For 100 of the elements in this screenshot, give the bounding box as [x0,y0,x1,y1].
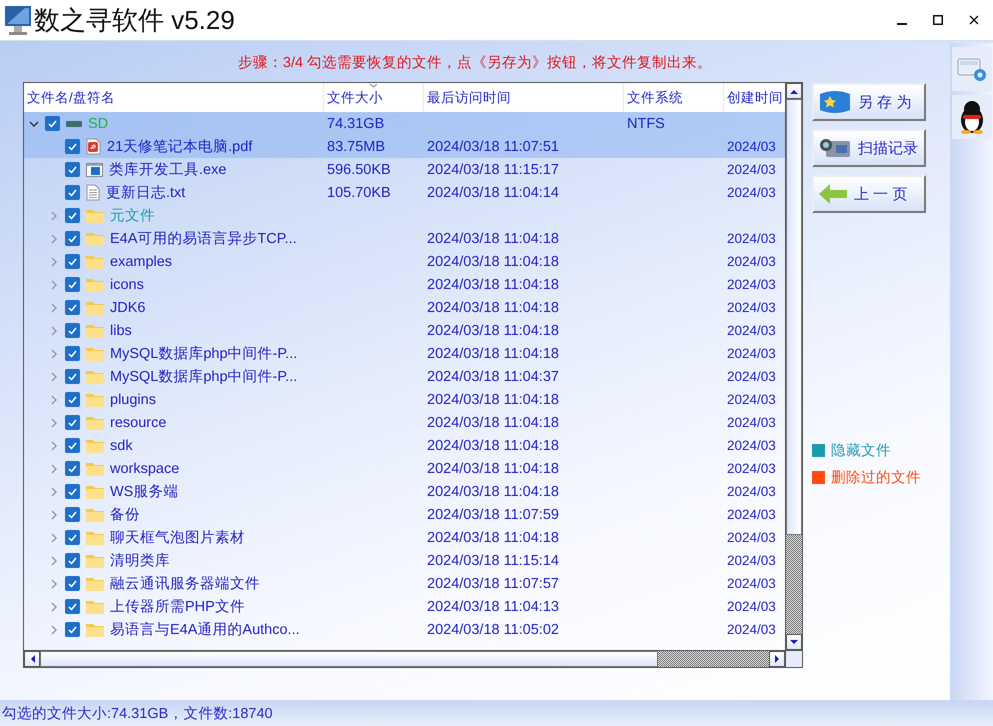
checkbox[interactable] [65,346,80,361]
scroll-up-button[interactable] [786,83,802,99]
action-button[interactable]: 扫描记录 [812,129,926,167]
creation-time: 2024/03 [727,438,776,453]
checkbox[interactable] [65,622,80,637]
penguin-icon[interactable] [952,95,992,139]
chevron-right-icon[interactable] [49,602,59,612]
file-row[interactable]: E4A可用的易语言异步TCP... 2024/03/18 11:04:18 2024/03 [24,227,785,250]
checkmark-icon [68,626,77,634]
file-row[interactable]: 更新日志.txt 105.70KB 2024/03/18 11:04:14 2024/03 [24,181,785,204]
checkbox[interactable] [65,300,80,315]
file-row[interactable]: SD 74.31GB NTFS [24,112,785,135]
file-row[interactable]: 聊天框气泡图片素材 2024/03/18 11:04:18 2024/03 [24,526,785,549]
checkbox[interactable] [65,208,80,223]
column-header[interactable]: 文件大小 [324,83,424,112]
file-row[interactable]: 融云通讯服务器端文件 2024/03/18 11:07:57 2024/03 [24,572,785,595]
file-size: 105.70KB [327,184,391,200]
creation-time: 2024/03 [727,277,776,292]
checkbox[interactable] [45,116,60,131]
file-row[interactable]: 易语言与E4A通用的Authco... 2024/03/18 11:05:02 2024/03 [24,618,785,641]
creation-time: 2024/03 [727,254,776,269]
scrollbar-thumb[interactable] [786,99,802,536]
file-row[interactable]: 21天修笔记本电脑.pdf 83.75MB 2024/03/18 11:07:51 2024/03 [24,135,785,158]
file-row[interactable]: 上传器所需PHP文件 2024/03/18 11:04:13 2024/03 [24,595,785,618]
file-row[interactable]: 类库开发工具.exe 596.50KB 2024/03/18 11:15:17 2024/03 [24,158,785,181]
checkbox[interactable] [65,576,80,591]
checkmark-icon [68,396,77,404]
creation-time: 2024/03 [727,599,776,614]
creation-time: 2024/03 [727,530,776,545]
maximize-icon [933,15,943,25]
checkbox[interactable] [65,438,80,453]
checkbox[interactable] [65,185,80,200]
checkbox[interactable] [65,530,80,545]
checkbox[interactable] [65,323,80,338]
window-file-icon [86,162,103,176]
access-time: 2024/03/18 11:04:18 [427,322,559,338]
file-size: 74.31GB [327,116,384,132]
scroll-right-button[interactable] [769,651,785,667]
file-row[interactable]: workspace 2024/03/18 11:04:18 2024/03 [24,457,785,480]
checkbox[interactable] [65,162,80,177]
checkbox[interactable] [65,484,80,499]
scrollbar-thumb[interactable] [40,651,658,667]
access-time: 2024/03/18 11:04:18 [427,346,559,362]
close-icon [969,15,979,25]
status-bar: 勾选的文件大小:74.31GB，文件数:18740 [0,700,993,726]
file-row[interactable]: 备份 2024/03/18 11:07:59 2024/03 [24,503,785,526]
file-name: libs [110,322,132,338]
creation-time: 2024/03 [727,392,776,407]
checkbox[interactable] [65,254,80,269]
file-row[interactable]: icons 2024/03/18 11:04:18 2024/03 [24,273,785,296]
file-name: E4A可用的易语言异步TCP... [110,230,297,248]
file-row[interactable]: WS服务端 2024/03/18 11:04:18 2024/03 [24,480,785,503]
file-row[interactable]: MySQL数据库php中间件-P... 2024/03/18 11:04:37 2024/03 [24,365,785,388]
file-name: examples [110,254,172,270]
file-row[interactable]: examples 2024/03/18 11:04:18 2024/03 [24,250,785,273]
chevron-right-icon[interactable] [49,624,59,634]
checkbox[interactable] [65,415,80,430]
checkbox[interactable] [65,369,80,384]
checkmark-icon [68,580,77,588]
checkbox[interactable] [65,553,80,568]
arrow-left-icon [818,183,848,205]
file-row[interactable]: JDK6 2024/03/18 11:04:18 2024/03 [24,296,785,319]
file-row[interactable]: libs 2024/03/18 11:04:18 2024/03 [24,319,785,342]
file-row[interactable]: resource 2024/03/18 11:04:18 2024/03 [24,411,785,434]
column-header[interactable]: 文件名/盘符名 [24,83,324,112]
folder-icon [86,232,104,246]
checkbox[interactable] [65,461,80,476]
checkbox[interactable] [65,139,80,154]
checkbox[interactable] [65,392,80,407]
creation-time: 2024/03 [727,415,776,430]
action-button[interactable]: 上 一 页 [812,175,926,213]
access-time: 2024/03/18 11:04:18 [427,484,559,500]
folder-icon [86,484,104,498]
creation-time: 2024/03 [727,576,776,591]
checkbox[interactable] [65,277,80,292]
creation-time: 2024/03 [727,139,776,154]
file-row[interactable]: MySQL数据库php中间件-P... 2024/03/18 11:04:18 2024/03 [24,342,785,365]
chevron-down-icon[interactable] [29,118,39,128]
checkmark-icon [68,350,77,358]
folder-icon [86,416,104,430]
checkbox[interactable] [65,231,80,246]
column-header[interactable]: 最后访问时间 [424,83,624,112]
checkmark-icon [68,602,77,610]
scroll-down-button[interactable] [786,634,802,650]
checkmark-icon [48,120,57,128]
column-header[interactable]: 文件系统 [624,83,724,112]
scroll-left-button[interactable] [24,651,40,667]
file-name: plugins [110,392,156,408]
checkmark-icon [68,234,77,242]
checkbox[interactable] [65,507,80,522]
checkbox[interactable] [65,599,80,614]
file-row[interactable]: sdk 2024/03/18 11:04:18 2024/03 [24,434,785,457]
folder-icon [86,324,104,338]
file-row[interactable]: plugins 2024/03/18 11:04:18 2024/03 [24,388,785,411]
creation-time: 2024/03 [727,507,776,522]
file-row[interactable]: 清明类库 2024/03/18 11:15:14 2024/03 [24,549,785,572]
access-time: 2024/03/18 11:04:18 [427,438,559,454]
checkmark-icon [68,418,77,426]
action-button[interactable]: 另 存 为 [812,83,926,121]
file-name: 聊天框气泡图片素材 [110,529,245,547]
